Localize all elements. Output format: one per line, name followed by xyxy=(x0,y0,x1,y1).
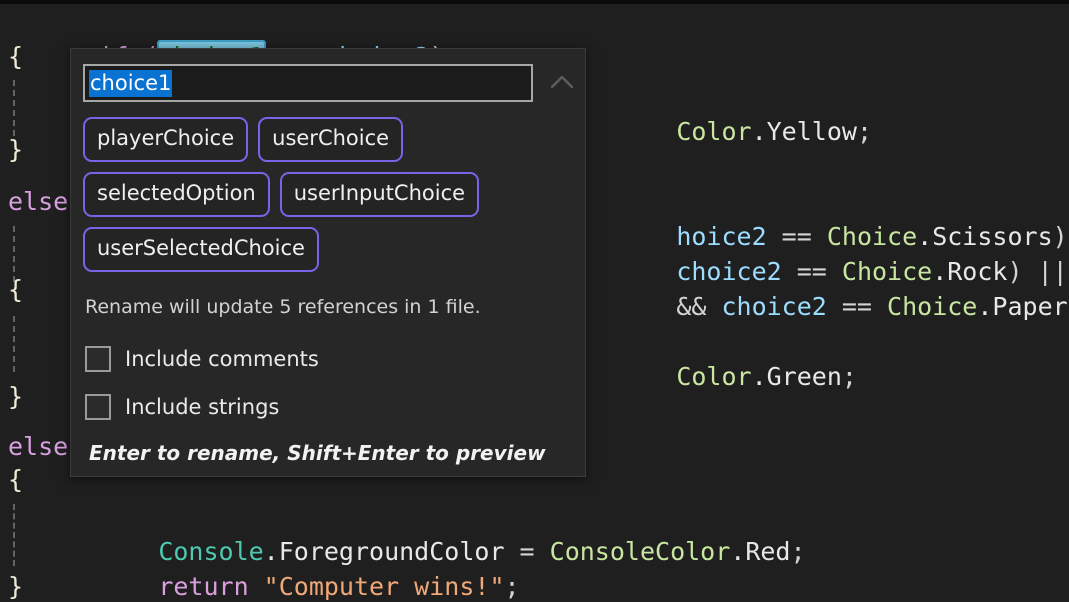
indent-guide-4 xyxy=(13,504,15,566)
type-consolecolor: ConsoleColor xyxy=(549,537,731,566)
member-paper: .Paper xyxy=(977,292,1068,321)
include-comments-label: Include comments xyxy=(125,347,319,371)
member-yellow: .Yellow xyxy=(751,117,857,146)
code-line-console-foreground: Console.ForegroundColor = ConsoleColor.R… xyxy=(68,499,805,566)
indent-guide-3 xyxy=(13,316,15,372)
type-color-2: Color xyxy=(676,362,752,391)
keyword-else-2: else xyxy=(8,432,69,461)
option-include-comments[interactable]: Include comments xyxy=(85,346,319,372)
identifier-choice2-c: choice2 xyxy=(721,292,827,321)
string-computer-wins: "Computer wins!" xyxy=(263,572,505,601)
rename-popup[interactable]: choice1 playerChoice userChoice selected… xyxy=(70,48,586,477)
code-brace-close-3: } xyxy=(8,572,24,601)
member-green: .Green xyxy=(751,362,842,391)
semicolon-4: ; xyxy=(841,362,857,391)
include-comments-checkbox[interactable] xyxy=(85,346,111,372)
member-red: .Red xyxy=(730,537,791,566)
code-brace-open-2: { xyxy=(8,275,24,304)
rename-input-selected-text[interactable]: choice1 xyxy=(89,70,173,97)
suggestion-chip[interactable]: userChoice xyxy=(258,117,404,162)
rename-input-row: choice1 xyxy=(83,64,575,104)
code-brace-close-2: } xyxy=(8,382,24,411)
rename-keyboard-hint: Enter to rename, Shift+Enter to preview xyxy=(89,441,546,465)
suggestion-chip[interactable]: selectedOption xyxy=(83,172,270,217)
keyword-return: return xyxy=(158,572,264,601)
option-include-strings[interactable]: Include strings xyxy=(85,394,279,420)
suggestion-chip[interactable]: userSelectedChoice xyxy=(83,227,319,272)
screen-root: if (choice1 == choice2) { } else { } els… xyxy=(0,0,1069,602)
operator-assign: = xyxy=(519,537,550,566)
code-line-color-green: Color.Green; xyxy=(586,324,857,391)
suggestion-chip[interactable]: userInputChoice xyxy=(279,172,480,217)
keyword-else-1: else xyxy=(8,187,69,216)
semicolon-2: ; xyxy=(504,572,520,601)
rename-references-note: Rename will update 5 references in 1 fil… xyxy=(85,296,481,318)
code-line-if: if (choice1 == choice2) xyxy=(8,4,445,73)
code-line-cond-rock: choice2 == Choice.Rock) || xyxy=(586,219,1067,286)
include-strings-checkbox[interactable] xyxy=(85,394,111,420)
rename-input[interactable]: choice1 xyxy=(83,64,533,102)
code-line-return: return "Computer wins!"; xyxy=(68,534,519,601)
rename-suggestion-list: playerChoice userChoice selectedOption u… xyxy=(83,117,577,272)
code-line-cond-scissors: hoice2 == Choice.Scissors) || xyxy=(586,184,1069,251)
operator-and: && xyxy=(676,292,722,321)
chevron-up-icon xyxy=(550,75,574,89)
suggestion-chip[interactable]: playerChoice xyxy=(83,117,249,162)
operator-eq-4: == xyxy=(826,292,888,321)
code-brace-close-1: } xyxy=(8,135,24,164)
code-brace-open-3: { xyxy=(8,465,24,494)
semicolon-1: ; xyxy=(790,537,806,566)
code-line-cond-paper: && choice2 == Choice.Paper)) xyxy=(586,254,1069,321)
type-choice-3: Choice xyxy=(887,292,978,321)
code-line-color-yellow: Color.Yellow; xyxy=(586,79,872,146)
type-color-1: Color xyxy=(676,117,752,146)
collapse-suggestions-button[interactable] xyxy=(545,66,579,100)
indent-guide-1 xyxy=(13,80,15,136)
include-strings-label: Include strings xyxy=(125,395,280,419)
semicolon-3: ; xyxy=(856,117,872,146)
code-brace-open-1: { xyxy=(8,42,24,71)
